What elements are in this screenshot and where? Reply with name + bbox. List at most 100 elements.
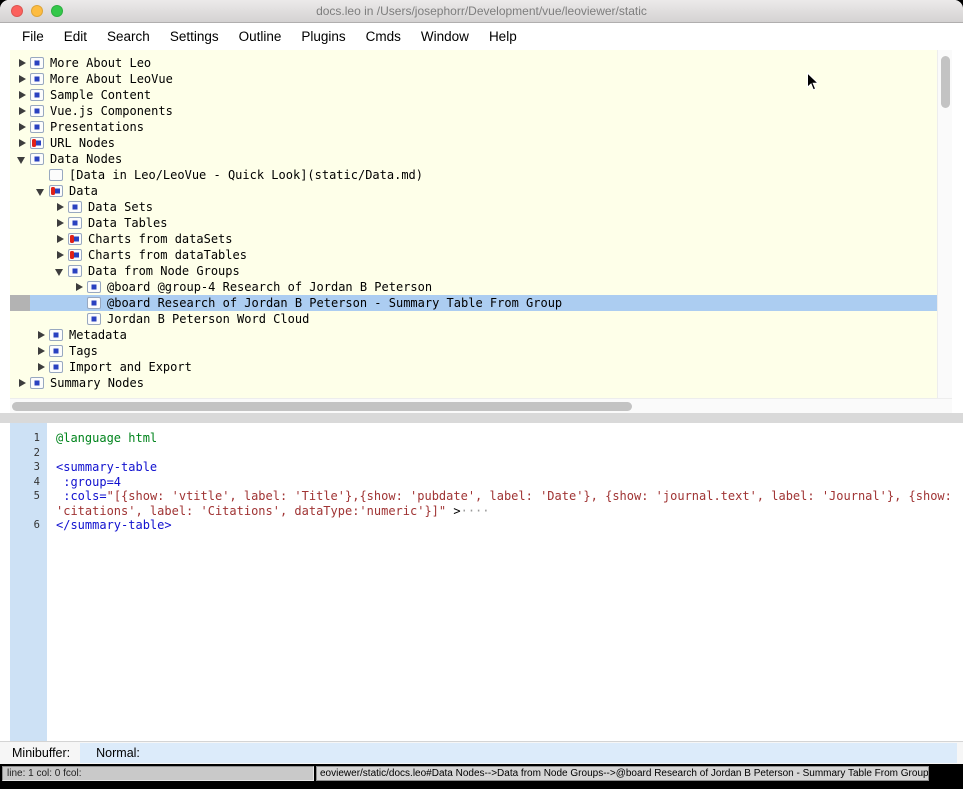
menu-help[interactable]: Help [479,29,527,44]
tree-node-label: Data Tables [88,216,168,230]
tree-node-label: Presentations [50,120,144,134]
code-segment: "[{show: 'vtitle', label: 'Title'},{show… [56,489,952,518]
line-number: 2 [33,446,40,459]
close-window-button[interactable] [11,5,23,17]
tree-row[interactable]: Charts from dataTables [10,247,937,263]
status-node-path: eoviewer/static/docs.leo#Data Nodes-->Da… [316,766,929,781]
tree-row[interactable]: Sample Content [10,87,937,103]
tree-row[interactable]: Import and Export [10,359,937,375]
tree-row[interactable]: Jordan B Peterson Word Cloud [10,311,937,327]
minibuffer-label: Minibuffer: [12,746,71,760]
menu-search[interactable]: Search [97,29,160,44]
node-icon [49,185,63,197]
tree-row[interactable]: [Data in Leo/LeoVue - Quick Look](static… [10,167,937,183]
tree-node-label: Data Nodes [50,152,123,166]
code-line[interactable]: @language html [47,431,957,446]
code-row: 3 <summary-table [10,460,957,475]
menu-file[interactable]: File [12,29,54,44]
expand-arrow-icon[interactable] [52,247,68,263]
tree-row[interactable]: Presentations [10,119,937,135]
menu-window[interactable]: Window [411,29,479,44]
vertical-scrollbar-thumb[interactable] [941,56,950,108]
tree-row[interactable]: Metadata [10,327,937,343]
line-number: 6 [33,519,40,531]
expand-arrow-icon[interactable] [52,215,68,231]
expand-arrow-icon[interactable] [52,231,68,247]
menu-plugins[interactable]: Plugins [291,29,355,44]
code-line[interactable]: :group=4 [47,475,957,490]
expand-arrow-icon[interactable] [33,359,49,375]
tree-row[interactable]: Data Tables [10,215,937,231]
tree-vertical-scrollbar[interactable] [937,50,952,398]
code-line[interactable]: :cols="[{show: 'vtitle', label: 'Title'}… [47,489,957,518]
node-icon [87,297,101,309]
tree-node-label: More About LeoVue [50,72,173,86]
expand-arrow-icon[interactable] [71,279,87,295]
tree-row[interactable]: URL Nodes [10,135,937,151]
line-number: 4 [33,475,40,488]
tree-row[interactable]: Vue.js Components [10,103,937,119]
tree-row[interactable]: Charts from dataSets [10,231,937,247]
tree-row[interactable]: Data Nodes [10,151,937,167]
tree-row[interactable]: @board @group-4 Research of Jordan B Pet… [10,279,937,295]
node-icon [68,217,82,229]
title-bar[interactable]: docs.leo in /Users/josephorr/Development… [0,0,963,23]
tree-row[interactable]: More About Leo [10,55,937,71]
minibuffer-input[interactable]: Normal: [80,743,957,763]
expand-arrow-icon[interactable] [14,55,30,71]
expand-arrow-icon[interactable] [14,103,30,119]
node-icon [30,57,44,69]
tree-row[interactable]: Tags [10,343,937,359]
tree-row-selected[interactable]: @board Research of Jordan B Peterson - S… [10,295,937,311]
tree-node-label: @board Research of Jordan B Peterson - S… [107,296,563,310]
code-line[interactable]: </summary-table> [47,518,957,533]
arrow-spacer [71,311,87,327]
tree-horizontal-scrollbar[interactable] [10,398,952,413]
code-line[interactable] [47,446,957,461]
tree-node-label: More About Leo [50,56,152,70]
menu-outline[interactable]: Outline [229,29,292,44]
tree-node-label: URL Nodes [50,136,116,150]
node-icon [49,169,63,181]
main-area: More About Leo More About LeoVue Sample Co… [0,50,963,783]
menu-edit[interactable]: Edit [54,29,97,44]
tree-row[interactable]: Data [10,183,937,199]
tree-row[interactable]: More About LeoVue [10,71,937,87]
body-editor[interactable]: 1 @language html 2 3 <summary-table 4 :group… [10,423,957,741]
expand-arrow-icon[interactable] [14,375,30,391]
node-icon [87,281,101,293]
node-icon [68,249,82,261]
zoom-window-button[interactable] [51,5,63,17]
expand-arrow-icon[interactable] [14,119,30,135]
menu-settings[interactable]: Settings [160,29,229,44]
minimize-window-button[interactable] [31,5,43,17]
expand-arrow-icon[interactable] [33,327,49,343]
expand-arrow-icon[interactable] [14,135,30,151]
status-bar: line: 1 col: 0 fcol: eoviewer/static/doc… [0,764,963,783]
collapse-arrow-icon[interactable] [52,263,68,279]
code-line[interactable]: <summary-table [47,460,957,475]
expand-arrow-icon[interactable] [33,343,49,359]
tree-row[interactable]: Data from Node Groups [10,263,937,279]
tree-row[interactable]: Summary Nodes [10,375,937,391]
code-segment: > [446,503,461,518]
collapse-arrow-icon[interactable] [14,151,30,167]
menu-cmds[interactable]: Cmds [356,29,411,44]
expand-arrow-icon[interactable] [14,87,30,103]
horizontal-scrollbar-thumb[interactable] [12,402,632,411]
tree-node-label: Summary Nodes [50,376,144,390]
tree-row[interactable]: Data Sets [10,199,937,215]
expand-arrow-icon[interactable] [52,199,68,215]
expand-arrow-icon[interactable] [14,71,30,87]
pane-splitter[interactable] [0,413,963,423]
code-segment: ···· [460,503,490,518]
collapse-arrow-icon[interactable] [33,183,49,199]
outline-tree[interactable]: More About Leo More About LeoVue Sample Co… [10,50,937,398]
